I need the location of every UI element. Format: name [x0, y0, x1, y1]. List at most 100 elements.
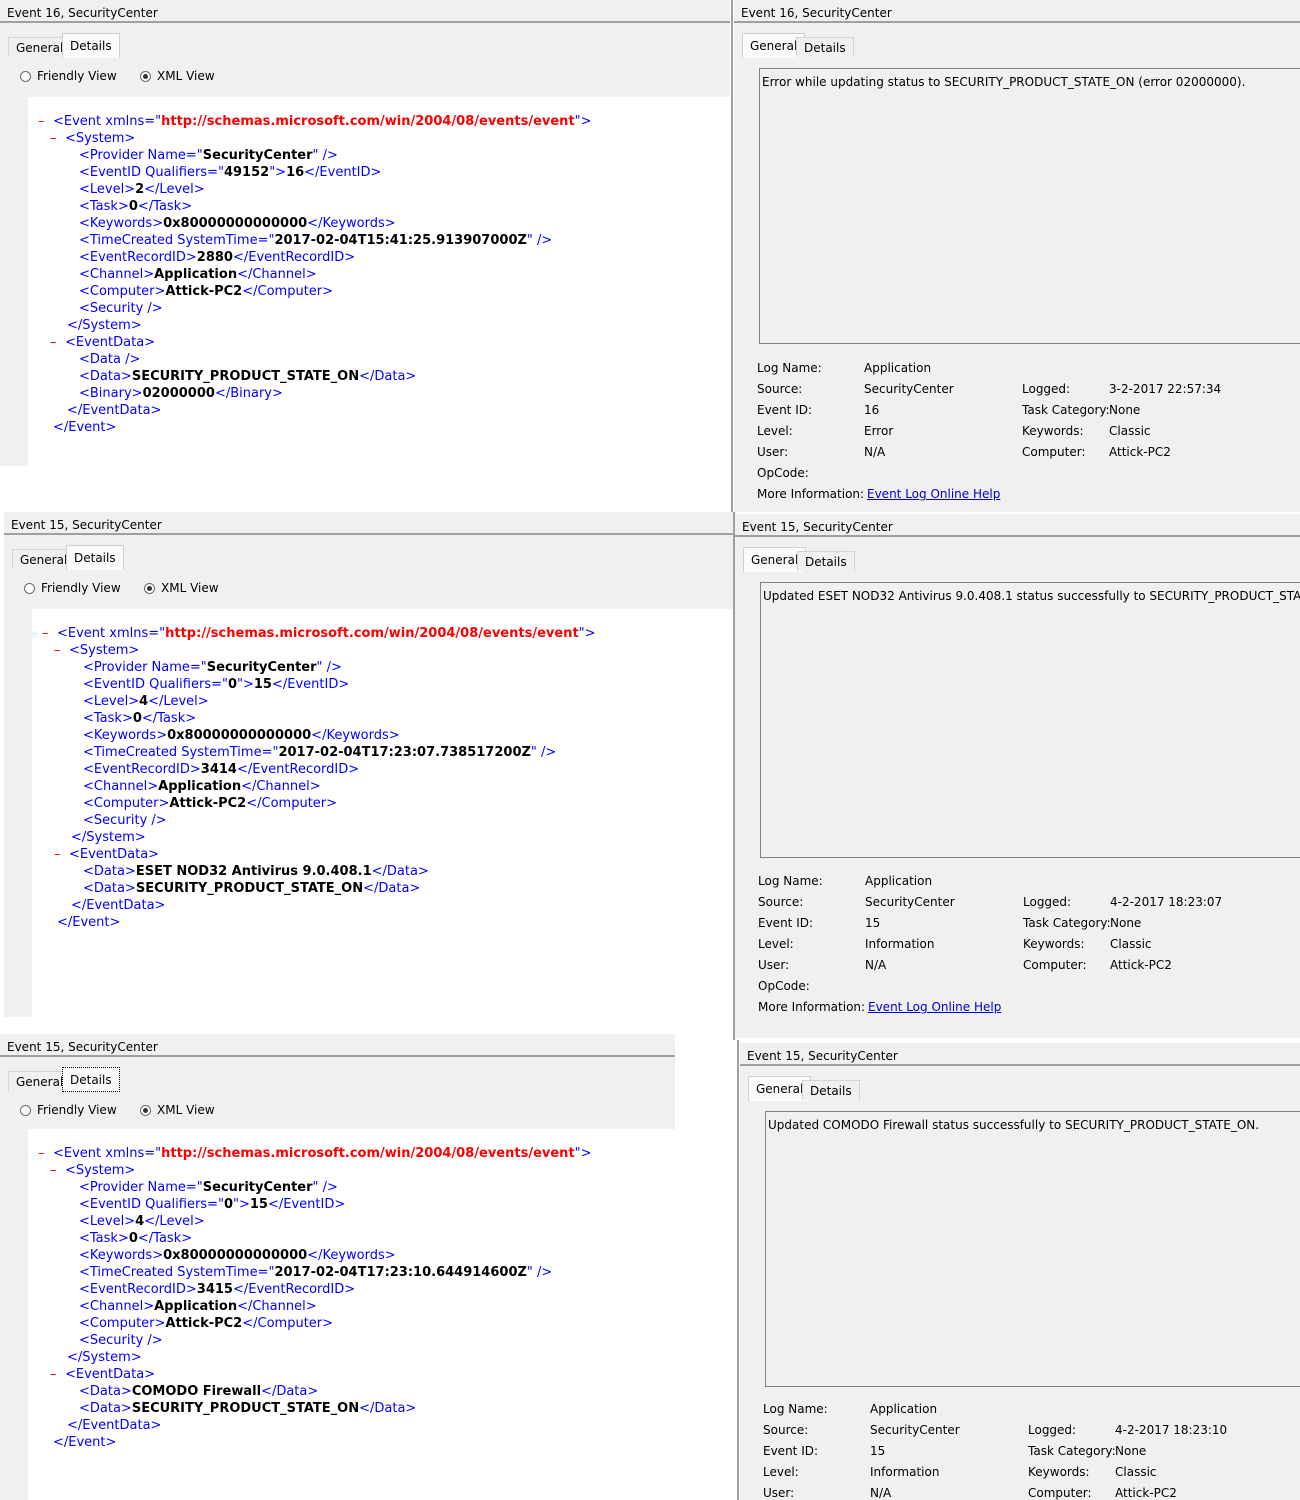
xml-value: SecurityCenter [206, 660, 317, 675]
collapse-system-icon[interactable]: – [50, 1162, 57, 1179]
xml-tag: </Keywords> [307, 216, 396, 231]
xml-value: 3414 [200, 762, 237, 777]
xml-tag: <Event xmlns=" [53, 114, 162, 129]
tab-details[interactable]: Details [802, 1080, 860, 1100]
label-level: Level: [763, 1465, 799, 1479]
xml-tag: <Level> [83, 694, 140, 709]
xml-value: 3415 [196, 1282, 233, 1297]
xml-tag: <Task> [79, 1231, 129, 1246]
radio-label: Friendly View [37, 69, 117, 83]
label-keywords: Keywords: [1023, 937, 1085, 951]
xml-tag: </Computer> [246, 796, 338, 811]
xml-view-radio[interactable]: XML View [140, 69, 215, 83]
label-source: Source: [758, 895, 804, 909]
label-computer: Computer: [1023, 958, 1087, 972]
collapse-event-icon[interactable]: – [42, 625, 49, 642]
xml-tag: </EventID> [304, 165, 382, 180]
value-event-id: 15 [865, 916, 881, 930]
collapse-eventdata-icon[interactable]: – [50, 1366, 57, 1383]
xml-value: 0 [227, 677, 237, 692]
collapse-event-icon[interactable]: – [38, 113, 45, 130]
xml-tag: </EventID> [267, 1197, 346, 1212]
event-log-help-link[interactable]: Event Log Online Help [867, 487, 1000, 501]
xml-tag: <Task> [83, 711, 133, 726]
xml-tag: <Data> [83, 881, 136, 896]
collapse-eventdata-icon[interactable]: – [54, 846, 61, 863]
tab-details[interactable]: Details [797, 551, 855, 571]
message-box[interactable]: Updated COMODO Firewall status successfu… [765, 1111, 1300, 1387]
xml-tag: <EventData> [65, 1367, 156, 1382]
label-opcode: OpCode: [757, 466, 809, 480]
xml-tag: <System> [65, 131, 136, 146]
xml-tag: </EventID> [271, 677, 350, 692]
xml-view-radio[interactable]: XML View [140, 1103, 215, 1117]
xml-namespace: http://schemas.microsoft.com/win/2004/08… [165, 626, 579, 641]
collapse-eventdata-icon[interactable]: – [50, 334, 57, 351]
xml-value: Application [154, 1299, 238, 1314]
value-level: Information [870, 1465, 940, 1479]
xml-tag: "> [269, 165, 287, 180]
xml-value: 15 [253, 677, 272, 692]
window-title: Event 15, SecurityCenter [735, 514, 1300, 537]
xml-tag: <Level> [79, 1214, 136, 1229]
value-logged: 4-2-2017 18:23:10 [1115, 1423, 1228, 1437]
event-log-help-link[interactable]: Event Log Online Help [868, 1000, 1001, 1014]
xml-tag: <EventRecordID> [83, 762, 201, 777]
panel-divider [731, 0, 733, 512]
xml-value: 2017-02-04T17:23:10.644914600Z [274, 1265, 527, 1280]
panel-divider [733, 512, 735, 1040]
value-task-category: None [1109, 403, 1141, 417]
xml-tag: <EventRecordID> [79, 250, 197, 265]
value-log-name: Application [865, 874, 933, 888]
xml-tag: <System> [69, 643, 140, 658]
collapse-event-icon[interactable]: – [38, 1145, 45, 1162]
xml-value: 0 [128, 199, 138, 214]
xml-tag: <Computer> [83, 796, 170, 811]
friendly-view-radio[interactable]: Friendly View [20, 69, 117, 83]
xml-tag: </Channel> [237, 1299, 317, 1314]
label-more-info: More Information: [757, 487, 865, 501]
radio-off-icon [20, 70, 31, 82]
value-level: Error [864, 424, 894, 438]
collapse-system-icon[interactable]: – [54, 642, 61, 659]
event-message: Error while updating status to SECURITY_… [762, 75, 1246, 89]
xml-tag: </EventData> [67, 403, 162, 418]
xml-tag: " /> [526, 233, 553, 248]
xml-tag: <TimeCreated SystemTime=" [79, 1265, 275, 1280]
value-source: SecurityCenter [870, 1423, 960, 1437]
value-user: N/A [864, 445, 886, 459]
xml-namespace: http://schemas.microsoft.com/win/2004/08… [161, 114, 575, 129]
xml-view-radio[interactable]: XML View [144, 581, 219, 595]
radio-label: Friendly View [41, 581, 121, 595]
xml-value: Application [154, 267, 238, 282]
xml-content: – <Event xmlns="http://schemas.microsoft.… [32, 609, 734, 1017]
radio-label: XML View [157, 69, 215, 83]
xml-tag: <Channel> [83, 779, 159, 794]
xml-panel-event15-comodo: Event 15, SecurityCenter General Details… [0, 1034, 675, 1500]
message-box[interactable]: Updated ESET NOD32 Antivirus 9.0.408.1 s… [760, 582, 1300, 858]
xml-tag: <Data> [79, 1384, 132, 1399]
tab-details[interactable]: Details [62, 1067, 120, 1092]
xml-content: – <Event xmlns="http://schemas.microsoft.… [28, 97, 730, 466]
xml-value: 0 [223, 1197, 233, 1212]
xml-tag: <EventID Qualifiers=" [83, 677, 228, 692]
xml-tag: <Channel> [79, 267, 155, 282]
xml-tag: </Data> [261, 1384, 319, 1399]
message-box[interactable]: Error while updating status to SECURITY_… [759, 68, 1300, 344]
xml-tag: <Task> [79, 199, 129, 214]
xml-panel-event15-eset: Event 15, SecurityCenter General Details… [4, 512, 734, 1017]
window-title: Event 15, SecurityCenter [740, 1043, 1300, 1066]
tab-details[interactable]: Details [62, 33, 120, 58]
radio-on-icon [144, 582, 155, 594]
xml-tag: "> [574, 1146, 592, 1161]
xml-tag: </System> [67, 318, 142, 333]
xml-value: 0 [128, 1231, 138, 1246]
value-logged: 3-2-2017 22:57:34 [1109, 382, 1222, 396]
tab-details[interactable]: Details [66, 545, 124, 570]
friendly-view-radio[interactable]: Friendly View [20, 1103, 117, 1117]
xml-value: 2017-02-04T17:23:07.738517200Z [278, 745, 531, 760]
friendly-view-radio[interactable]: Friendly View [24, 581, 121, 595]
collapse-system-icon[interactable]: – [50, 130, 57, 147]
xml-value: 0x80000000000000 [167, 728, 312, 743]
tab-details[interactable]: Details [796, 37, 854, 57]
